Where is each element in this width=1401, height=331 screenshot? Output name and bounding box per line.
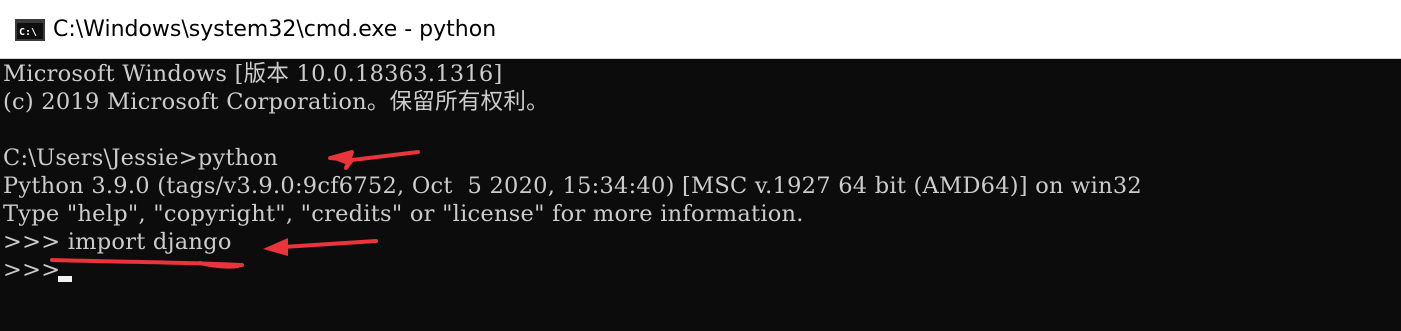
cmd-icon: C:\	[15, 19, 45, 41]
window-title: C:\Windows\system32\cmd.exe - python	[53, 17, 497, 42]
console-line: Microsoft Windows [版本 10.0.18363.1316]	[3, 61, 503, 87]
svg-text:C:\: C:\	[19, 27, 37, 37]
cmd-window: C:\ C:\Windows\system32\cmd.exe - python…	[0, 0, 1401, 331]
console-output[interactable]: Microsoft Windows [版本 10.0.18363.1316] (…	[0, 59, 1401, 331]
console-line: (c) 2019 Microsoft Corporation。保留所有权利。	[3, 89, 549, 115]
title-bar[interactable]: C:\ C:\Windows\system32\cmd.exe - python	[0, 0, 1401, 59]
text-cursor	[58, 276, 72, 282]
console-line: Python 3.9.0 (tags/v3.9.0:9cf6752, Oct 5…	[3, 173, 1142, 199]
console-line: C:\Users\Jessie>python	[3, 145, 279, 171]
console-line: >>> import django	[3, 229, 232, 255]
console-line: Type "help", "copyright", "credits" or "…	[3, 201, 804, 227]
